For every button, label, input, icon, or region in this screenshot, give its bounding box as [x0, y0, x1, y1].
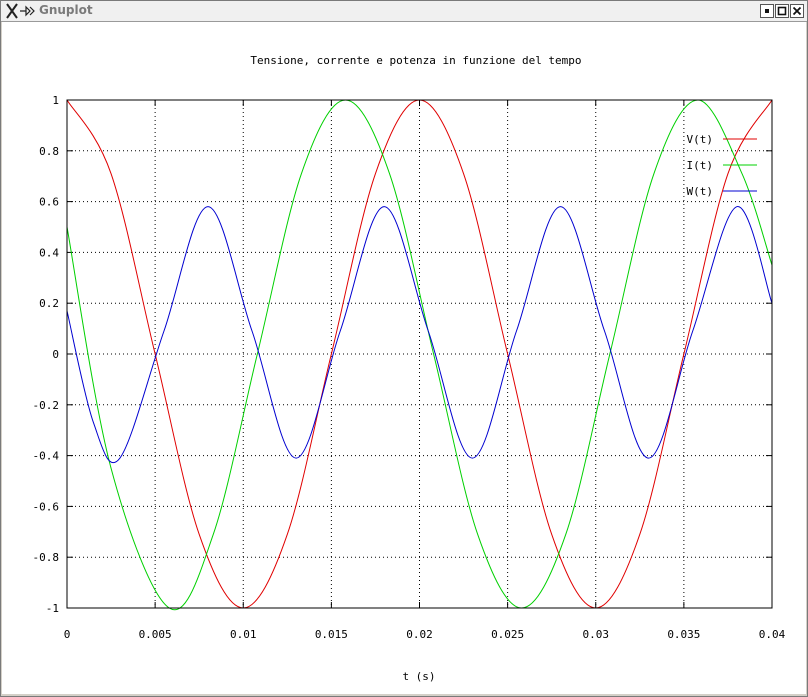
legend-label: I(t)	[687, 159, 714, 172]
maximize-button[interactable]	[775, 4, 789, 18]
x-tick-label: 0.01	[230, 628, 257, 641]
minimize-button[interactable]	[760, 4, 774, 18]
gnuplot-window: Gnuplot Tensione, corrente e potenza in …	[0, 0, 808, 697]
y-tick-label: 0	[52, 348, 59, 361]
y-tick-label: -0.2	[33, 399, 60, 412]
x-tick-label: 0.015	[315, 628, 348, 641]
y-tick-label: 0.2	[39, 297, 59, 310]
y-tick-label: 0.8	[39, 145, 59, 158]
y-tick-label: -0.8	[33, 551, 60, 564]
close-icon	[792, 6, 802, 16]
x-axis-label: t (s)	[402, 670, 435, 683]
x-tick-label: 0	[64, 628, 71, 641]
plot-area: Tensione, corrente e potenza in funzione…	[2, 22, 806, 694]
maximize-icon	[777, 6, 787, 16]
title-bar[interactable]: Gnuplot	[1, 1, 807, 22]
minimize-icon	[765, 9, 769, 13]
y-tick-label: 0.4	[39, 246, 59, 259]
y-tick-label: -0.6	[33, 500, 60, 513]
x-tick-label: 0.025	[491, 628, 524, 641]
ticks: 0 0.005 0.01 0.015 0.02 0.025 0.03 0.035 0.04 1 0.…	[33, 94, 786, 641]
x11-app-icon	[6, 3, 35, 19]
legend: V(t) I(t) W(t)	[687, 133, 757, 198]
x-tick-label: 0.035	[667, 628, 700, 641]
x-tick-label: 0.03	[583, 628, 610, 641]
y-tick-label: -1	[46, 602, 59, 615]
x-tick-label: 0.005	[139, 628, 172, 641]
x-tick-label: 0.02	[406, 628, 433, 641]
y-tick-label: 1	[52, 94, 59, 107]
y-tick-label: -0.4	[33, 450, 60, 463]
chart: Tensione, corrente e potenza in funzione…	[33, 54, 786, 683]
grid	[67, 100, 772, 608]
chart-title: Tensione, corrente e potenza in funzione…	[250, 54, 581, 67]
x-tick-label: 0.04	[759, 628, 786, 641]
close-button[interactable]	[790, 4, 804, 18]
legend-label: W(t)	[687, 185, 714, 198]
y-tick-label: 0.6	[39, 196, 59, 209]
legend-label: V(t)	[687, 133, 714, 146]
window-title: Gnuplot	[39, 3, 93, 17]
